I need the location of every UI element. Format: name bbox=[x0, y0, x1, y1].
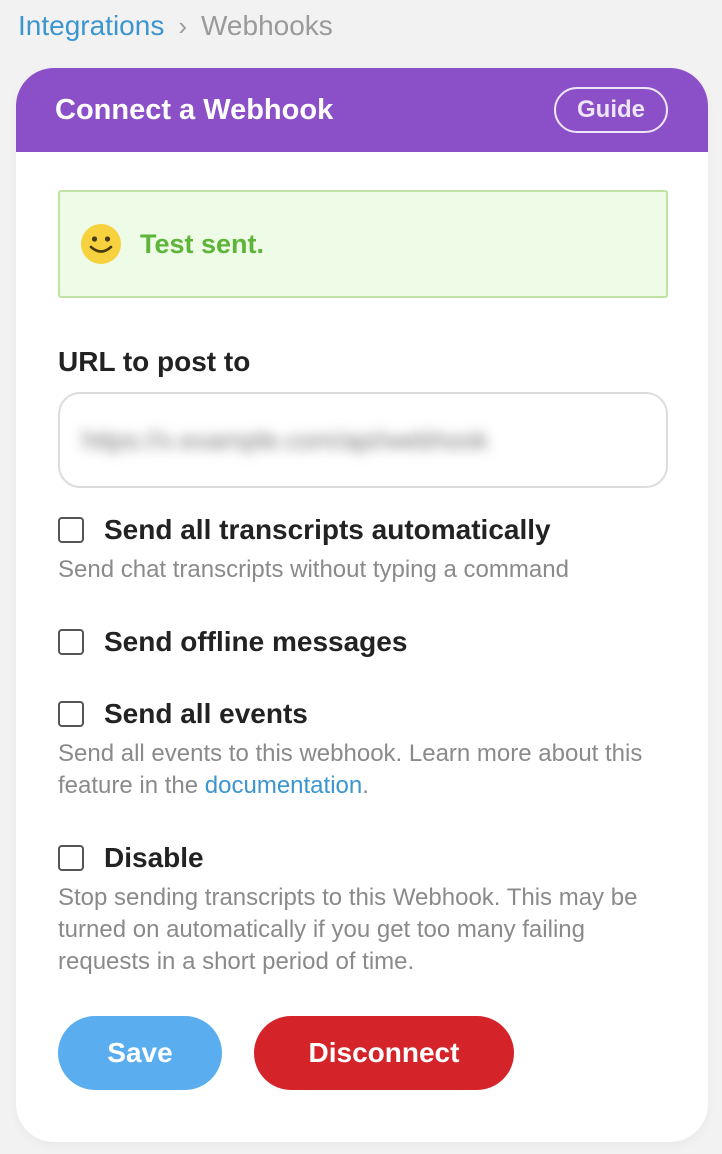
webhook-card: Connect a Webhook Guide Test sent. URL t… bbox=[16, 68, 708, 1142]
smiley-icon bbox=[81, 224, 121, 264]
url-label: URL to post to bbox=[58, 346, 251, 377]
option-disable: Disable Stop sending transcripts to this… bbox=[58, 842, 668, 978]
offline-messages-checkbox[interactable] bbox=[58, 629, 84, 655]
option-send-transcripts: Send all transcripts automatically Send … bbox=[58, 514, 668, 586]
alert-message: Test sent. bbox=[140, 228, 265, 259]
option-all-events: Send all events Send all events to this … bbox=[58, 698, 668, 802]
send-transcripts-checkbox[interactable] bbox=[58, 517, 84, 543]
success-alert: Test sent. bbox=[58, 190, 668, 298]
url-value: https://x.example.com/api/webhook bbox=[82, 424, 489, 455]
all-events-description: Send all events to this webhook. Learn m… bbox=[58, 738, 668, 802]
action-buttons: Save Disconnect bbox=[58, 1016, 668, 1090]
breadcrumb: Integrations › Webhooks bbox=[18, 8, 333, 44]
send-transcripts-description: Send chat transcripts without typing a c… bbox=[58, 556, 569, 583]
disconnect-button[interactable]: Disconnect bbox=[254, 1016, 514, 1090]
disable-checkbox[interactable] bbox=[58, 845, 84, 871]
send-transcripts-label[interactable]: Send all transcripts automatically bbox=[104, 514, 551, 546]
disable-description: Stop sending transcripts to this Webhook… bbox=[58, 884, 638, 975]
disable-label[interactable]: Disable bbox=[104, 842, 204, 874]
card-header: Connect a Webhook Guide bbox=[16, 68, 708, 152]
breadcrumb-current: Webhooks bbox=[201, 10, 333, 41]
documentation-link[interactable]: documentation bbox=[205, 772, 362, 799]
option-offline-messages: Send offline messages bbox=[58, 626, 668, 658]
breadcrumb-separator: › bbox=[178, 11, 187, 41]
save-button[interactable]: Save bbox=[58, 1016, 222, 1090]
guide-button[interactable]: Guide bbox=[554, 87, 668, 133]
card-title: Connect a Webhook bbox=[55, 93, 334, 126]
all-events-label[interactable]: Send all events bbox=[104, 698, 308, 730]
url-input[interactable]: https://x.example.com/api/webhook bbox=[58, 392, 668, 488]
offline-messages-label[interactable]: Send offline messages bbox=[104, 626, 407, 658]
all-events-description-end: . bbox=[362, 772, 369, 799]
breadcrumb-integrations-link[interactable]: Integrations bbox=[18, 8, 164, 44]
card-body: Test sent. URL to post to https://x.exam… bbox=[16, 152, 708, 1090]
all-events-checkbox[interactable] bbox=[58, 701, 84, 727]
